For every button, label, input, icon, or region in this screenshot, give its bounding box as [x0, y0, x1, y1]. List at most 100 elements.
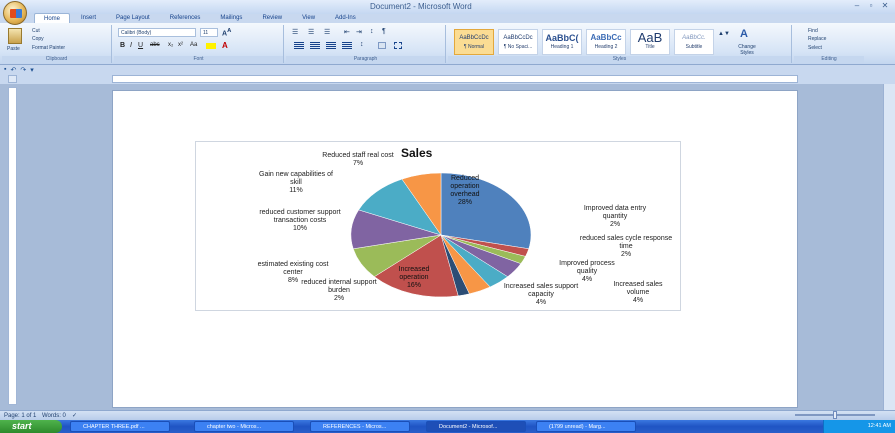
style-no-spacing[interactable]: AaBbCcDc ¶ No Spaci... [498, 29, 538, 55]
paragraph-group: ☰ ☰ ☰ ⇤ ⇥ ↕ ¶ ↕ Paragraph [286, 25, 446, 63]
start-button[interactable]: start [0, 420, 62, 433]
italic-icon[interactable]: I [130, 42, 132, 49]
style-heading-1[interactable]: AaBbC( Heading 1 [542, 29, 582, 55]
data-label-value: 2% [609, 221, 621, 228]
change-styles-icon[interactable]: A [740, 28, 754, 40]
data-label-value: 4% [632, 297, 644, 304]
style-sample: AaB [637, 30, 663, 44]
align-center-icon[interactable] [310, 42, 320, 49]
data-label: reduced sales cycle response time 2% [576, 235, 676, 259]
chart-title: Sales [401, 146, 433, 160]
highlight-icon[interactable] [206, 43, 216, 49]
data-label-value: 4% [535, 299, 547, 306]
style-sample: AaBbCc. [682, 35, 706, 41]
tab-selector-icon[interactable] [8, 75, 17, 83]
tab-add-ins[interactable]: Add-Ins [326, 13, 365, 23]
pie-chart[interactable]: Sales Reduced operation overhead 28% Impr… [195, 141, 681, 311]
styles-scroll-icon[interactable]: ▲▼ [718, 31, 730, 37]
find-button[interactable]: Find [808, 28, 818, 34]
decrease-indent-icon[interactable]: ⇤ [344, 28, 350, 36]
format-painter-button[interactable]: Format Painter [32, 45, 65, 51]
line-spacing-icon[interactable]: ↕ [360, 41, 364, 48]
ribbon: Paste Cut Copy Format Painter Clipboard … [0, 23, 895, 65]
numbering-icon[interactable]: ☰ [308, 28, 314, 36]
select-button[interactable]: Select [808, 45, 822, 51]
change-case-icon[interactable]: Aa [190, 42, 197, 48]
tab-view[interactable]: View [293, 13, 324, 23]
align-left-icon[interactable] [294, 42, 304, 49]
save-icon[interactable]: ▪ [4, 66, 6, 73]
taskbar: start CHAPTER THREE.pdf ... chapter two … [0, 420, 895, 433]
data-label-name: reduced sales cycle response time [579, 235, 673, 250]
font-size-select[interactable]: 11 [200, 28, 218, 37]
underline-icon[interactable]: U [138, 42, 143, 49]
subscript-icon[interactable]: x₂ [168, 42, 173, 48]
undo-icon[interactable]: ↶ [10, 66, 16, 74]
quick-access-toolbar: ▪ ↶ ↷ ▾ [2, 65, 895, 74]
title-bar: Document2 - Microsoft Word – ▫ ✕ [0, 0, 895, 14]
cut-button[interactable]: Cut [32, 28, 40, 34]
customize-icon[interactable]: ▾ [30, 66, 34, 74]
style-subtitle[interactable]: AaBbCc. Subtitle [674, 29, 714, 55]
tab-page-layout[interactable]: Page Layout [107, 13, 159, 23]
superscript-icon[interactable]: x² [178, 42, 183, 48]
clipboard-group: Paste Cut Copy Format Painter Clipboard [2, 25, 112, 63]
grow-font-icon[interactable]: AA [222, 28, 231, 37]
paragraph-label: Paragraph [286, 56, 445, 63]
strikethrough-icon[interactable]: abc [150, 42, 160, 48]
zoom-slider[interactable] [735, 411, 885, 419]
data-label-name: Reduced staff real cost [322, 152, 394, 159]
style-sample: AaBbCc [590, 33, 622, 42]
clock[interactable]: 12:41 AM [868, 423, 891, 429]
zoom-thumb[interactable] [833, 411, 837, 419]
minimize-icon[interactable]: – [851, 1, 863, 11]
close-icon[interactable]: ✕ [879, 1, 891, 11]
taskbar-item[interactable]: chapter two - Micros... [194, 421, 294, 432]
show-marks-icon[interactable]: ¶ [382, 28, 386, 35]
style-sample: AaBbCcDc [503, 35, 533, 41]
taskbar-item[interactable]: Document2 - Microsof... [426, 421, 526, 432]
sort-icon[interactable]: ↕ [370, 28, 374, 35]
paste-icon[interactable] [8, 28, 22, 44]
tab-references[interactable]: References [161, 13, 210, 23]
taskbar-item[interactable]: REFERENCES - Micros... [310, 421, 410, 432]
shading-icon[interactable] [378, 42, 386, 49]
tab-insert[interactable]: Insert [72, 13, 105, 23]
maximize-icon[interactable]: ▫ [865, 1, 877, 11]
horizontal-ruler[interactable] [112, 75, 798, 83]
data-label-name: Reduced operation overhead [450, 175, 480, 198]
taskbar-item[interactable]: (1799 unread) - Marg... [536, 421, 636, 432]
style-name: Title [645, 44, 655, 50]
replace-button[interactable]: Replace [808, 36, 826, 42]
redo-icon[interactable]: ↷ [20, 66, 26, 74]
tab-review[interactable]: Review [253, 13, 291, 23]
bullets-icon[interactable]: ☰ [292, 28, 298, 36]
styles-group: AaBbCcDc ¶ Normal AaBbCcDc ¶ No Spaci...… [448, 25, 792, 63]
font-color-icon[interactable]: A [222, 41, 228, 50]
font-family-select[interactable]: Calibri (Body) [118, 28, 196, 37]
increase-indent-icon[interactable]: ⇥ [356, 28, 362, 36]
style-name: Subtitle [685, 44, 703, 50]
style-normal[interactable]: AaBbCcDc ¶ Normal [454, 29, 494, 55]
style-title[interactable]: AaB Title [630, 29, 670, 55]
style-sample: AaBbCcDc [459, 35, 489, 41]
data-label-name: reduced customer support transaction cos… [259, 209, 341, 224]
vertical-ruler[interactable] [8, 87, 17, 405]
data-label: Gain new capabilities of skill 11% [254, 171, 338, 195]
office-button[interactable] [3, 1, 27, 25]
vertical-scrollbar[interactable] [883, 84, 895, 410]
tab-home[interactable]: Home [34, 13, 71, 23]
paste-button[interactable]: Paste [7, 46, 20, 52]
borders-icon[interactable] [394, 42, 402, 49]
multilevel-list-icon[interactable]: ☰ [324, 28, 330, 36]
style-name: Heading 1 [550, 44, 574, 50]
align-right-icon[interactable] [326, 42, 336, 49]
change-styles-button[interactable]: Change Styles [734, 44, 760, 56]
style-heading-2[interactable]: AaBbCc Heading 2 [586, 29, 626, 55]
copy-button[interactable]: Copy [32, 36, 44, 42]
tab-mailings[interactable]: Mailings [211, 13, 251, 23]
bold-icon[interactable]: B [120, 42, 125, 49]
justify-icon[interactable] [342, 42, 352, 49]
data-label-value: 16% [406, 282, 421, 289]
taskbar-item[interactable]: CHAPTER THREE.pdf ... [70, 421, 170, 432]
